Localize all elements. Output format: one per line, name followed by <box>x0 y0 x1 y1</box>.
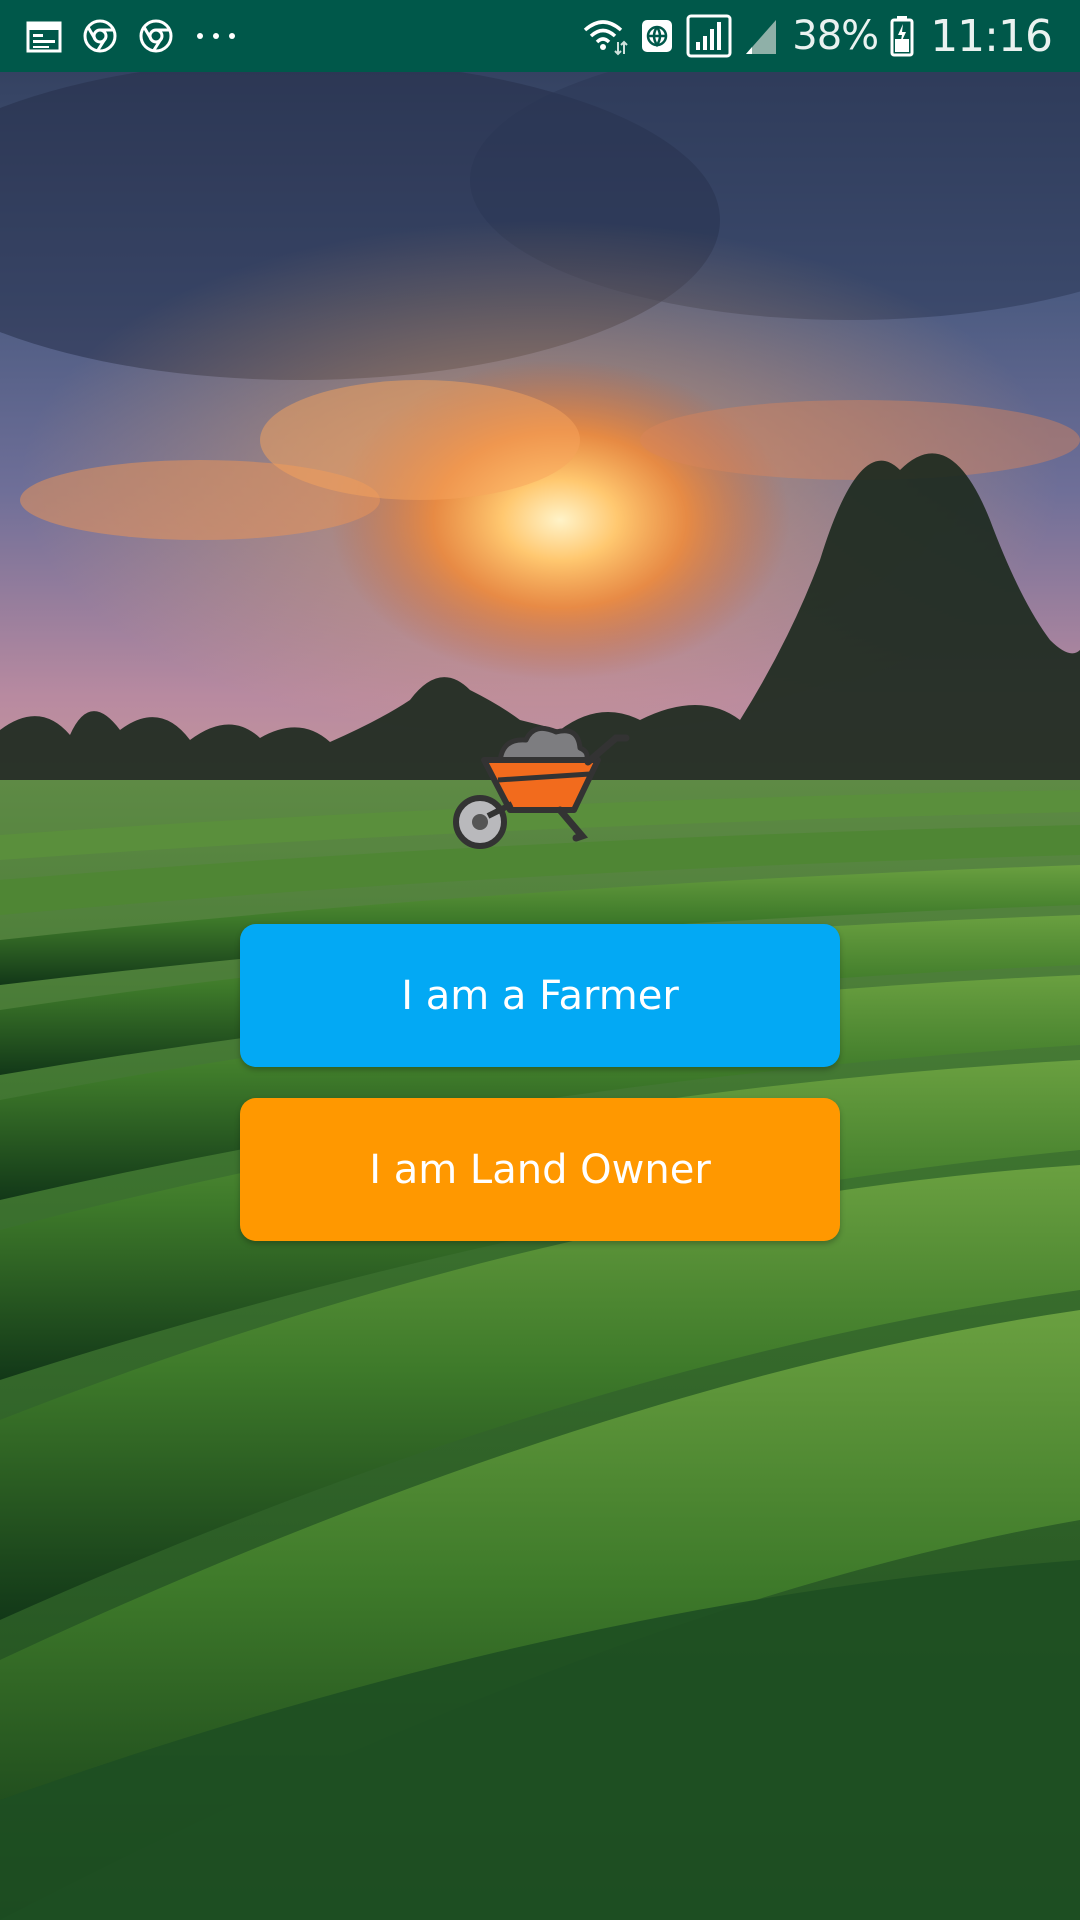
status-bar: 38% 11:16 <box>0 0 1080 72</box>
land-owner-button[interactable]: I am Land Owner <box>240 1098 840 1241</box>
chrome-icon <box>82 18 118 54</box>
vpn-globe-icon <box>640 18 674 54</box>
more-dots-icon <box>194 31 238 41</box>
battery-percent: 38% <box>792 13 879 59</box>
wifi-icon <box>582 16 628 56</box>
calendar-icon <box>26 19 62 53</box>
farmer-button[interactable]: I am a Farmer <box>240 924 840 1067</box>
clock: 11:16 <box>930 10 1053 62</box>
chrome-icon <box>138 18 174 54</box>
system-status-icons: 38% 11:16 <box>582 8 1053 64</box>
battery-icon <box>890 15 914 57</box>
signal-icon <box>686 14 732 58</box>
signal-icon <box>744 16 778 56</box>
notification-icons <box>26 12 238 60</box>
wheelbarrow-icon <box>453 725 630 849</box>
